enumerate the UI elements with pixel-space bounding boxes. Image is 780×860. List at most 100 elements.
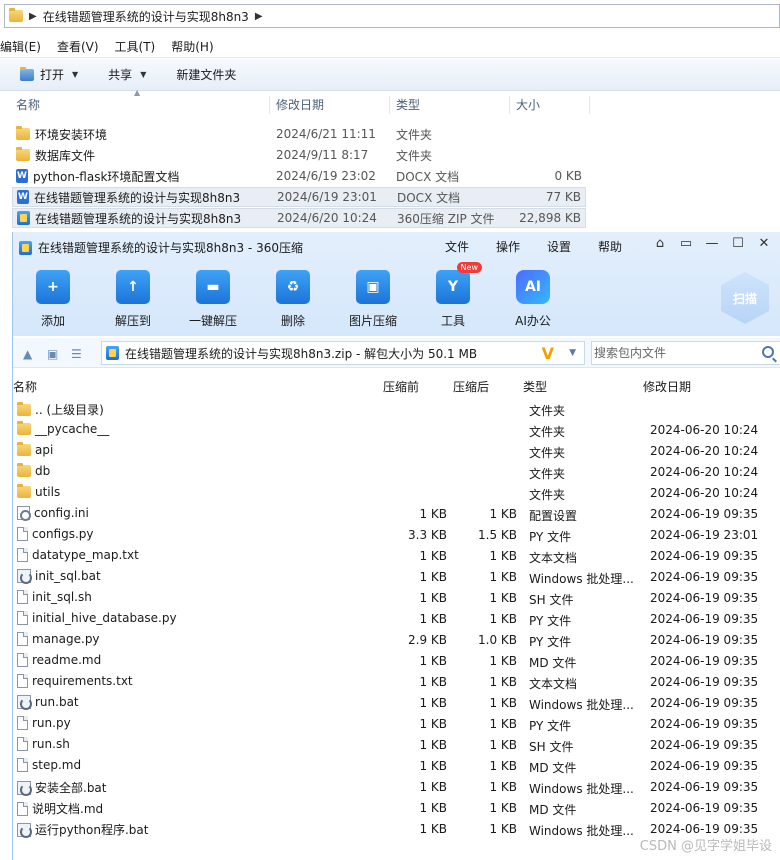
list-item[interactable]: configs.py 3.3 KB 1.5 KB PY 文件 2024-06-19 23… xyxy=(13,524,780,545)
item-size-after: 1 KB xyxy=(489,717,517,731)
list-item[interactable]: db 文件夹 2024-06-20 10:24 xyxy=(13,461,780,482)
col-type[interactable]: 类型 xyxy=(392,96,510,114)
ai-office-button[interactable]: AI AI办公 xyxy=(493,270,573,329)
menu-file[interactable]: 文件 xyxy=(445,238,469,255)
col-type[interactable]: 类型 xyxy=(523,378,547,395)
item-type: PY 文件 xyxy=(529,530,572,544)
breadcrumb[interactable]: 在线错题管理系统的设计与实现8h8n3 xyxy=(43,8,249,25)
list-item[interactable]: config.ini 1 KB 1 KB 配置设置 2024-06-19 09:35 xyxy=(13,503,780,524)
list-item[interactable]: manage.py 2.9 KB 1.0 KB PY 文件 2024-06-19 09:… xyxy=(13,629,780,650)
folder-icon xyxy=(17,463,31,477)
archive-path[interactable]: 在线错题管理系统的设计与实现8h8n3.zip - 解包大小为 50.1 MB … xyxy=(101,341,585,365)
menu-settings[interactable]: 设置 xyxy=(547,238,571,255)
feedback-icon[interactable]: ▭ xyxy=(673,236,699,251)
menu-help[interactable]: 帮助 xyxy=(598,238,622,255)
item-size-before: 1 KB xyxy=(419,549,447,563)
tools-button[interactable]: Y New 工具 xyxy=(413,262,493,329)
item-size-before: 1 KB xyxy=(419,654,447,668)
item-size-before: 1 KB xyxy=(419,801,447,815)
extract-to-button[interactable]: ↑ 解压到 xyxy=(93,270,173,329)
menu-view[interactable]: 查看(V) xyxy=(57,38,99,55)
item-type: PY 文件 xyxy=(529,614,572,628)
list-view-icon[interactable]: ☰ xyxy=(71,347,85,361)
toolbar: 打开 ▼ 共享 ▼ 新建文件夹 xyxy=(0,59,780,91)
chevron-right-icon[interactable]: ▶ xyxy=(255,11,263,22)
list-item[interactable]: datatype_map.txt 1 KB 1 KB 文本文档 2024-06-19 0… xyxy=(13,545,780,566)
file-row[interactable]: 环境安装环境 2024/6/21 11:11 文件夹 xyxy=(12,124,586,144)
col-name[interactable]: 名称 xyxy=(13,378,37,395)
file-row[interactable]: 数据库文件 2024/9/11 8:17 文件夹 xyxy=(12,145,586,165)
menu-help[interactable]: 帮助(H) xyxy=(171,38,213,55)
menu-operation[interactable]: 操作 xyxy=(496,238,520,255)
list-item[interactable]: 说明文档.md 1 KB 1 KB MD 文件 2024-06-19 09:35 xyxy=(13,797,780,818)
extract-to-icon: ↑ xyxy=(116,270,150,304)
list-item[interactable]: run.bat 1 KB 1 KB Windows 批处理... 2024-06-19 … xyxy=(13,692,780,713)
item-size-before: 1 KB xyxy=(419,696,447,710)
folder-icon xyxy=(17,442,31,456)
list-item[interactable]: init_sql.sh 1 KB 1 KB SH 文件 2024-06-19 09:35 xyxy=(13,587,780,608)
list-item[interactable]: run.py 1 KB 1 KB PY 文件 2024-06-19 09:35 xyxy=(13,713,780,734)
close-button[interactable]: ✕ xyxy=(751,236,777,251)
delete-button[interactable]: ♻ 删除 xyxy=(253,270,333,329)
zip-menu-bar: 文件 操作 设置 帮助 xyxy=(445,238,649,255)
file-name: 环境安装环境 xyxy=(35,127,108,142)
item-name: initial_hive_database.py xyxy=(32,611,177,625)
add-button[interactable]: + 添加 xyxy=(13,270,93,329)
item-type: 文件夹 xyxy=(529,488,566,502)
up-arrow-icon[interactable]: ▲ xyxy=(23,347,37,361)
one-click-extract-button[interactable]: ▬ 一键解压 xyxy=(173,270,253,329)
item-size-after: 1.0 KB xyxy=(478,633,517,647)
file-size: 0 KB xyxy=(554,169,582,183)
new-folder-button[interactable]: 新建文件夹 xyxy=(176,66,236,83)
scan-button[interactable]: 扫描 xyxy=(721,272,769,324)
search-icon[interactable] xyxy=(762,346,774,358)
item-date: 2024-06-19 09:35 xyxy=(650,591,759,605)
thumbnail-view-icon[interactable]: ▣ xyxy=(47,347,61,361)
list-item[interactable]: 安装全部.bat 1 KB 1 KB Windows 批处理... 2024-06-19… xyxy=(13,776,780,797)
file-row-selected[interactable]: W 在线错题管理系统的设计与实现8h8n3 2024/6/19 23:01 DOC… xyxy=(12,187,586,207)
list-item[interactable]: requirements.txt 1 KB 1 KB 文本文档 2024-06-19 0… xyxy=(13,671,780,692)
list-item[interactable]: __pycache__ 文件夹 2024-06-20 10:24 xyxy=(13,419,780,440)
item-size-before: 1 KB xyxy=(419,780,447,794)
add-label: 添加 xyxy=(40,314,65,328)
item-size-before: 1 KB xyxy=(419,612,447,626)
item-name: run.sh xyxy=(32,737,70,751)
image-compress-button[interactable]: ▣ 图片压缩 xyxy=(333,270,413,329)
col-date[interactable]: 修改日期 xyxy=(272,96,390,114)
share-button[interactable]: 共享 ▼ xyxy=(108,66,146,83)
v-logo-icon[interactable]: V xyxy=(542,344,554,363)
col-packed-before[interactable]: 压缩前 xyxy=(383,378,419,395)
item-size-before: 1 KB xyxy=(419,759,447,773)
list-item[interactable]: readme.md 1 KB 1 KB MD 文件 2024-06-19 09:35 xyxy=(13,650,780,671)
list-item[interactable]: step.md 1 KB 1 KB MD 文件 2024-06-19 09:35 xyxy=(13,755,780,776)
list-item[interactable]: run.sh 1 KB 1 KB SH 文件 2024-06-19 09:35 xyxy=(13,734,780,755)
list-item[interactable]: api 文件夹 2024-06-20 10:24 xyxy=(13,440,780,461)
skin-icon[interactable]: ⌂ xyxy=(647,236,673,251)
col-date[interactable]: 修改日期 xyxy=(643,378,691,395)
new-folder-label: 新建文件夹 xyxy=(176,68,237,82)
address-bar[interactable]: ▶ 在线错题管理系统的设计与实现8h8n3 ▶ xyxy=(4,4,780,28)
chevron-right-icon[interactable]: ▶ xyxy=(29,11,37,22)
file-row[interactable]: Wpython-flask环境配置文档 2024/6/19 23:02 DOCX… xyxy=(12,166,586,186)
col-size[interactable]: 大小 xyxy=(512,96,590,114)
open-icon xyxy=(20,66,34,81)
minimize-button[interactable]: — xyxy=(699,236,725,251)
dropdown-arrow-icon[interactable]: ▼ xyxy=(569,348,576,358)
item-name: run.py xyxy=(32,716,71,730)
search-input[interactable] xyxy=(594,346,754,360)
list-item[interactable]: init_sql.bat 1 KB 1 KB Windows 批处理... 2024-0… xyxy=(13,566,780,587)
col-packed-after[interactable]: 压缩后 xyxy=(453,378,489,395)
list-item[interactable]: utils 文件夹 2024-06-20 10:24 xyxy=(13,482,780,503)
open-button[interactable]: 打开 ▼ xyxy=(20,66,78,83)
menu-tools[interactable]: 工具(T) xyxy=(115,38,156,55)
list-item[interactable]: initial_hive_database.py 1 KB 1 KB PY 文件 202… xyxy=(13,608,780,629)
item-date: 2024-06-20 10:24 xyxy=(650,465,759,479)
tools-label: 工具 xyxy=(440,314,465,328)
menu-edit[interactable]: 编辑(E) xyxy=(0,38,41,55)
item-name: db xyxy=(35,464,51,478)
list-item[interactable]: .. (上级目录) 文件夹 xyxy=(13,398,780,419)
item-date: 2024-06-19 09:35 xyxy=(650,801,759,815)
col-name[interactable]: 名称 xyxy=(12,96,270,114)
file-row-selected[interactable]: 在线错题管理系统的设计与实现8h8n3 2024/6/20 10:24 360压… xyxy=(12,208,586,228)
maximize-button[interactable]: ☐ xyxy=(725,236,751,251)
